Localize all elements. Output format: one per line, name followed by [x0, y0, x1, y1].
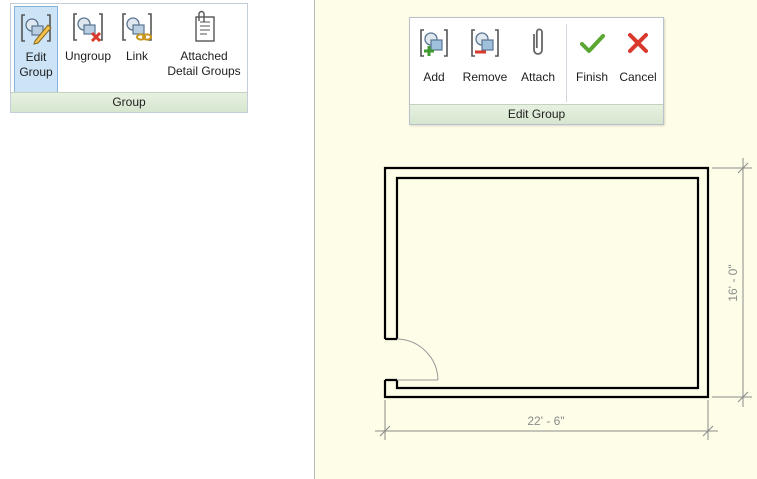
- edit-group-toolbar: Add Remove Attach Finish Cancel Edit Gro…: [409, 17, 664, 125]
- remove-label: Remove: [462, 70, 508, 84]
- add-button[interactable]: Add: [414, 22, 454, 102]
- remove-button[interactable]: Remove: [458, 22, 512, 102]
- edit-group-toolbar-title: Edit Group: [410, 104, 663, 124]
- attach-paperclip-icon: [533, 28, 543, 55]
- attach-label: Attach: [520, 70, 556, 84]
- finish-label: Finish: [575, 70, 608, 84]
- add-label: Add: [423, 70, 445, 84]
- cancel-label: Cancel: [619, 70, 657, 84]
- checkmark-icon: [580, 34, 605, 53]
- finish-button[interactable]: Finish: [572, 22, 612, 102]
- add-to-group-icon: [420, 29, 448, 57]
- width-dimension-text: 22' - 6": [527, 414, 564, 428]
- wall-inner: [395, 176, 700, 390]
- toolbar-separator: [566, 24, 567, 102]
- remove-from-group-icon: [471, 29, 499, 57]
- cancel-button[interactable]: Cancel: [615, 22, 661, 102]
- cancel-x-icon: [628, 33, 648, 53]
- attach-button[interactable]: Attach: [514, 22, 562, 102]
- door-swing-arc: [396, 338, 439, 381]
- height-dimension-text: 16' - 0": [726, 264, 740, 301]
